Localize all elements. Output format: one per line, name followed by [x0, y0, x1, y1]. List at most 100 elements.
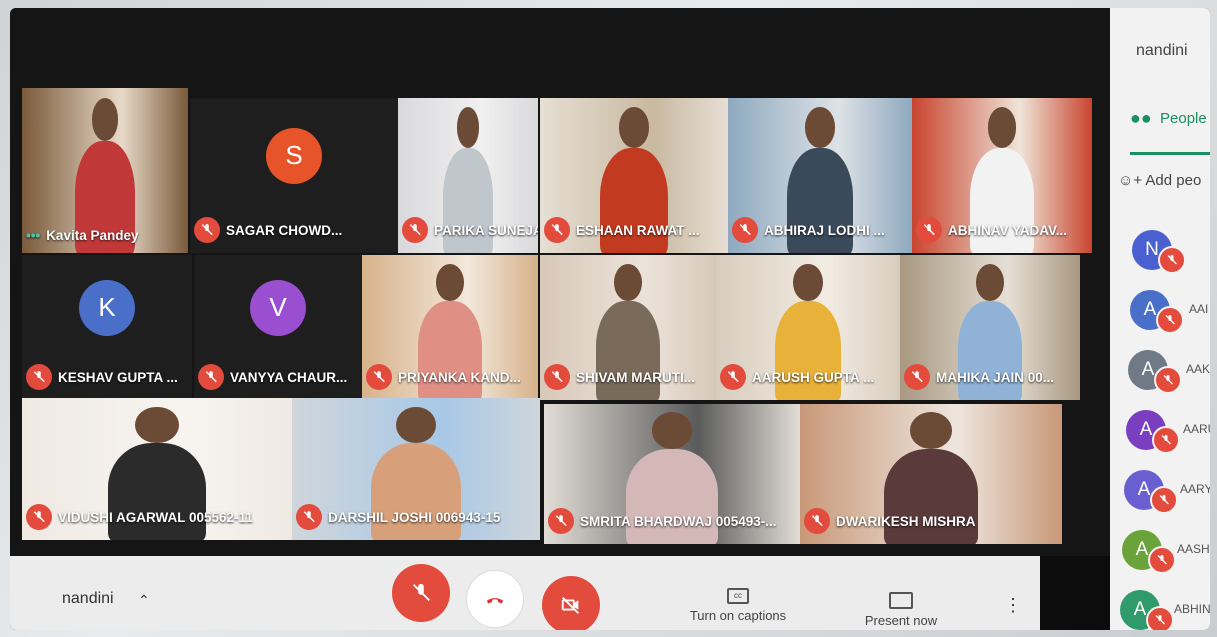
participant-tile[interactable]: AARUSH GUPTA ... [716, 255, 900, 400]
participant-name: SAGAR CHOWD... [226, 222, 343, 238]
participant-name: VANYYA CHAUR... [230, 369, 348, 385]
participant-tile[interactable]: ESHAAN RAWAT ... [540, 98, 728, 253]
chevron-up-icon[interactable]: ⌃ [138, 592, 150, 609]
participant-name: Kavita Pandey [46, 228, 139, 243]
participant-tile[interactable]: ••• Kavita Pandey [22, 88, 188, 253]
camera-off-button[interactable] [542, 576, 600, 630]
mic-off-icon [1146, 606, 1174, 630]
captions-button[interactable]: cc Turn on captions [678, 588, 798, 623]
participant-tile[interactable]: K KESHAV GUPTA ... [22, 255, 192, 400]
participant-head [975, 263, 1005, 302]
participant-name-label: PRIYANKA KAND... [366, 364, 521, 390]
mic-off-icon [1156, 306, 1184, 334]
participant-tile[interactable]: VIDUSHI AGARWAL 005562-11 [22, 398, 292, 540]
participant-name: DWARIKESH MISHRA [836, 513, 976, 529]
people-panel: nandini ●● People ☺+ Add peo N A AAI A AAK A A… [1110, 8, 1210, 630]
participant-list-name: AAK [1186, 362, 1210, 376]
participant-tile[interactable]: DWARIKESH MISHRA [800, 404, 1062, 544]
participant-name: PARIKA SUNEJA ... [434, 222, 538, 238]
participant-name-label: SAGAR CHOWD... [194, 217, 342, 243]
mic-off-icon [544, 217, 570, 243]
participant-head [651, 412, 693, 449]
participant-tile[interactable]: S SAGAR CHOWD... [190, 98, 398, 253]
participant-name-label: VANYYA CHAUR... [198, 364, 347, 390]
add-people-button[interactable]: ☺+ Add peo [1118, 172, 1201, 189]
mic-off-icon [296, 504, 322, 530]
participant-list-name: AAI [1189, 302, 1209, 316]
people-tab[interactable]: ●● People [1130, 108, 1210, 155]
participant-avatar: S [266, 127, 322, 184]
participant-name-label: AARUSH GUPTA ... [720, 364, 874, 390]
participant-list-name: AASHNA [1177, 542, 1210, 556]
participant-avatar: V [250, 279, 306, 336]
participant-list-name: AARYA [1180, 482, 1210, 496]
participant-tile[interactable]: V VANYYA CHAUR... [194, 255, 362, 400]
add-person-icon: ☺+ [1118, 172, 1143, 189]
bottom-control-bar: nandini ⌃ cc Turn on captions Present no… [10, 556, 1040, 630]
mic-off-icon [544, 364, 570, 390]
participant-tile[interactable]: DARSHIL JOSHI 006943-15 [292, 398, 540, 540]
present-label: Present now [864, 613, 938, 628]
hang-up-icon [486, 598, 504, 604]
participant-name-label: DWARIKESH MISHRA [804, 508, 976, 534]
participant-name-label: ABHIRAJ LODHI ... [732, 217, 885, 243]
participant-head [793, 263, 823, 302]
participant-name: ABHIRAJ LODHI ... [764, 222, 885, 238]
mic-off-icon [1150, 486, 1178, 514]
mic-off-icon [1148, 546, 1176, 574]
meet-window: ••• Kavita Pandey S SAGAR CHOWD... PARIKA SU… [10, 8, 1210, 630]
participant-tile[interactable]: PARIKA SUNEJA ... [398, 98, 538, 253]
mic-off-button[interactable] [392, 564, 450, 622]
participant-name-label: SMRITA BHARDWAJ 005493-... [548, 508, 777, 534]
present-now-button[interactable]: Present now [856, 592, 946, 628]
participant-name-label: ••• Kavita Pandey [26, 228, 138, 243]
participant-name: AARUSH GUPTA ... [752, 369, 875, 385]
mic-off-icon [198, 364, 224, 390]
participant-avatar: K [79, 279, 135, 336]
participant-name: KESHAV GUPTA ... [58, 369, 178, 385]
participant-head [910, 412, 952, 449]
mic-off-icon [904, 364, 930, 390]
participant-tile[interactable]: SHIVAM MARUTI... [540, 255, 716, 400]
mic-off-icon [402, 217, 428, 243]
captions-label: Turn on captions [689, 608, 787, 623]
participant-list-name: AARU [1183, 422, 1210, 436]
people-icon: ●● [1130, 108, 1152, 128]
mic-off-icon [366, 364, 392, 390]
mic-off-icon [916, 217, 942, 243]
mic-off-icon [548, 508, 574, 534]
participant-head [613, 263, 643, 302]
participant-head [396, 406, 436, 444]
people-tab-label: People [1160, 110, 1207, 127]
mic-off-icon [26, 364, 52, 390]
captions-icon: cc [727, 588, 749, 604]
participant-name: VIDUSHI AGARWAL 005562-11 [58, 509, 253, 525]
participant-name: SHIVAM MARUTI... [576, 369, 695, 385]
participant-name-label: KESHAV GUPTA ... [26, 364, 178, 390]
participant-tile[interactable]: ABHIRAJ LODHI ... [728, 98, 912, 253]
participant-head [135, 406, 179, 444]
mic-off-icon [804, 508, 830, 534]
participant-tile[interactable]: MAHIKA JAIN 00... [900, 255, 1080, 400]
participant-tile[interactable]: ABHINAV YADAV... [912, 98, 1092, 253]
participant-name: PRIYANKA KAND... [398, 369, 521, 385]
leave-call-button[interactable] [466, 570, 524, 628]
participant-name-label: MAHIKA JAIN 00... [904, 364, 1054, 390]
participant-name-label: PARIKA SUNEJA ... [402, 217, 538, 243]
video-grid: ••• Kavita Pandey S SAGAR CHOWD... PARIKA SU… [10, 8, 1110, 556]
mic-off-icon [413, 583, 430, 601]
more-options-icon[interactable]: ⋮ [1004, 596, 1022, 614]
monitor-photo: ••• Kavita Pandey S SAGAR CHOWD... PARIKA SU… [0, 0, 1217, 637]
participant-name-label: ESHAAN RAWAT ... [544, 217, 700, 243]
participant-head [435, 263, 465, 302]
participant-tile[interactable]: PRIYANKA KAND... [362, 255, 538, 400]
participant-head [987, 107, 1017, 148]
participant-name: MAHIKA JAIN 00... [936, 369, 1055, 385]
participant-tile[interactable]: SMRITA BHARDWAJ 005493-... [544, 404, 800, 544]
participant-name: ABHINAV YADAV... [948, 222, 1068, 238]
mic-off-icon [1158, 246, 1186, 274]
mic-off-icon [26, 504, 52, 530]
participant-head [91, 97, 119, 141]
participant-name: SMRITA BHARDWAJ 005493-... [580, 513, 777, 529]
participant-head [805, 107, 835, 148]
